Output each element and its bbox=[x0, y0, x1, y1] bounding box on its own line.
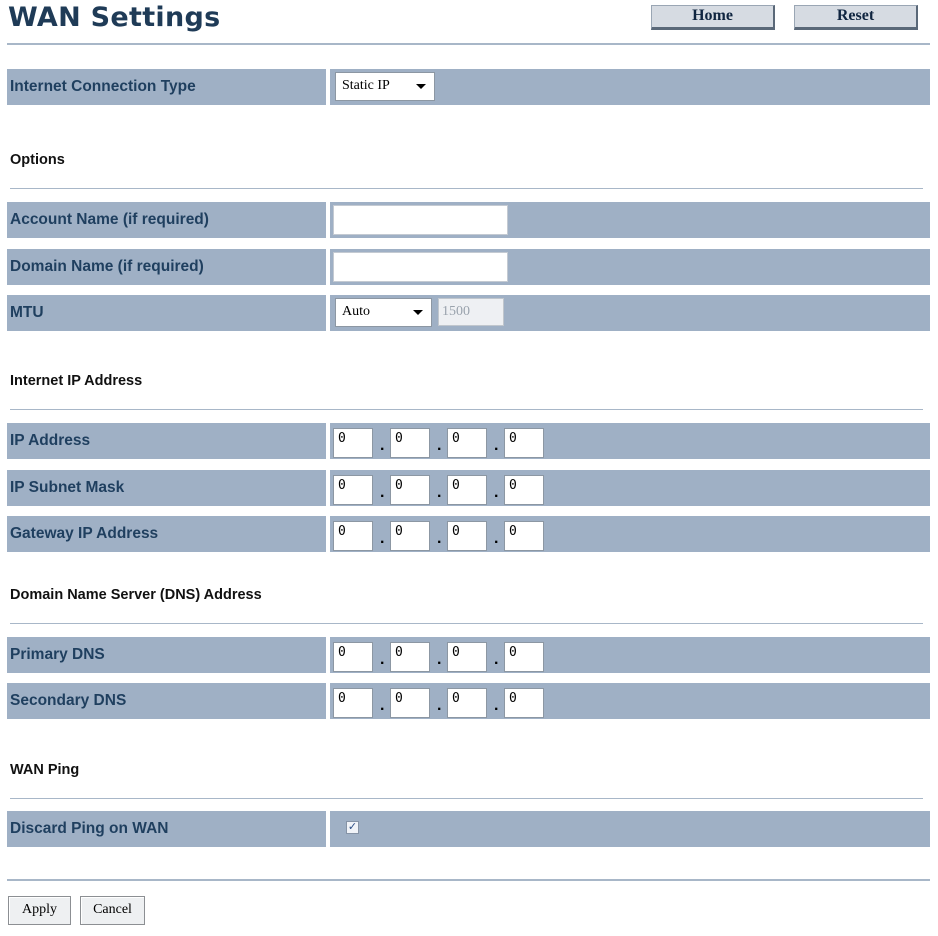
chevron-down-icon bbox=[413, 310, 423, 315]
octet-separator: . bbox=[437, 697, 442, 714]
gateway-octet-3[interactable]: 0 bbox=[447, 521, 487, 551]
home-button[interactable]: Home bbox=[651, 5, 775, 30]
internet-ip-heading: Internet IP Address bbox=[10, 373, 143, 389]
dns-heading: Domain Name Server (DNS) Address bbox=[10, 587, 262, 603]
octet-separator: . bbox=[494, 697, 499, 714]
wan-ping-divider bbox=[10, 798, 923, 799]
subnet-mask-label: IP Subnet Mask bbox=[7, 470, 326, 506]
account-name-row: Account Name (if required) bbox=[7, 202, 930, 238]
wan-ping-heading: WAN Ping bbox=[10, 762, 80, 778]
footer-divider bbox=[7, 879, 930, 881]
cancel-button[interactable]: Cancel bbox=[80, 896, 145, 925]
primary-dns-cell: 0 . 0 . 0 . 0 bbox=[330, 637, 930, 673]
discard-ping-cell: ✓ bbox=[330, 811, 930, 847]
secondary-dns-octet-1[interactable]: 0 bbox=[333, 688, 373, 718]
ip-octet-2[interactable]: 0 bbox=[390, 428, 430, 458]
octet-separator: . bbox=[437, 484, 442, 501]
secondary-dns-cell: 0 . 0 . 0 . 0 bbox=[330, 683, 930, 719]
dns-divider bbox=[10, 623, 923, 624]
ip-address-cell: 0 . 0 . 0 . 0 bbox=[330, 423, 930, 459]
subnet-mask-row: IP Subnet Mask 0 . 0 . 0 . 0 bbox=[7, 470, 930, 506]
page-title: WAN Settings bbox=[8, 2, 221, 33]
reset-button[interactable]: Reset bbox=[794, 5, 918, 30]
gateway-row: Gateway IP Address 0 . 0 . 0 . 0 bbox=[7, 516, 930, 552]
ip-address-row: IP Address 0 . 0 . 0 . 0 bbox=[7, 423, 930, 459]
domain-name-input[interactable] bbox=[333, 252, 508, 282]
options-divider bbox=[10, 188, 923, 189]
subnet-mask-cell: 0 . 0 . 0 . 0 bbox=[330, 470, 930, 506]
octet-separator: . bbox=[380, 697, 385, 714]
gateway-cell: 0 . 0 . 0 . 0 bbox=[330, 516, 930, 552]
discard-ping-row: Discard Ping on WAN ✓ bbox=[7, 811, 930, 847]
mtu-label: MTU bbox=[7, 295, 326, 331]
ip-octet-4[interactable]: 0 bbox=[504, 428, 544, 458]
mtu-value-input[interactable]: 1500 bbox=[438, 298, 504, 326]
domain-name-cell bbox=[330, 249, 930, 285]
mask-octet-4[interactable]: 0 bbox=[504, 475, 544, 505]
account-name-cell bbox=[330, 202, 930, 238]
secondary-dns-octet-2[interactable]: 0 bbox=[390, 688, 430, 718]
mtu-mode-value: Auto bbox=[342, 304, 370, 319]
octet-separator: . bbox=[494, 437, 499, 454]
internet-ip-divider bbox=[10, 409, 923, 410]
secondary-dns-octet-4[interactable]: 0 bbox=[504, 688, 544, 718]
octet-separator: . bbox=[380, 530, 385, 547]
account-name-label: Account Name (if required) bbox=[7, 202, 326, 238]
octet-separator: . bbox=[494, 484, 499, 501]
primary-dns-octet-3[interactable]: 0 bbox=[447, 642, 487, 672]
mask-octet-3[interactable]: 0 bbox=[447, 475, 487, 505]
discard-ping-checkbox[interactable]: ✓ bbox=[346, 821, 359, 834]
title-divider bbox=[7, 43, 930, 45]
gateway-octet-1[interactable]: 0 bbox=[333, 521, 373, 551]
octet-separator: . bbox=[494, 530, 499, 547]
secondary-dns-label: Secondary DNS bbox=[7, 683, 326, 719]
gateway-octet-2[interactable]: 0 bbox=[390, 521, 430, 551]
mtu-cell: Auto 1500 bbox=[330, 295, 930, 331]
mtu-row: MTU Auto 1500 bbox=[7, 295, 930, 331]
secondary-dns-row: Secondary DNS 0 . 0 . 0 . 0 bbox=[7, 683, 930, 719]
mask-octet-1[interactable]: 0 bbox=[333, 475, 373, 505]
apply-button[interactable]: Apply bbox=[8, 896, 71, 925]
ip-octet-1[interactable]: 0 bbox=[333, 428, 373, 458]
gateway-label: Gateway IP Address bbox=[7, 516, 326, 552]
check-icon: ✓ bbox=[347, 821, 358, 833]
primary-dns-row: Primary DNS 0 . 0 . 0 . 0 bbox=[7, 637, 930, 673]
octet-separator: . bbox=[437, 530, 442, 547]
account-name-input[interactable] bbox=[333, 205, 508, 235]
connection-type-value: Static IP bbox=[342, 78, 390, 93]
octet-separator: . bbox=[437, 651, 442, 668]
mask-octet-2[interactable]: 0 bbox=[390, 475, 430, 505]
octet-separator: . bbox=[380, 437, 385, 454]
options-heading: Options bbox=[10, 152, 65, 168]
octet-separator: . bbox=[437, 437, 442, 454]
octet-separator: . bbox=[494, 651, 499, 668]
gateway-octet-4[interactable]: 0 bbox=[504, 521, 544, 551]
domain-name-row: Domain Name (if required) bbox=[7, 249, 930, 285]
octet-separator: . bbox=[380, 651, 385, 668]
primary-dns-octet-1[interactable]: 0 bbox=[333, 642, 373, 672]
primary-dns-label: Primary DNS bbox=[7, 637, 326, 673]
ip-address-label: IP Address bbox=[7, 423, 326, 459]
connection-type-select[interactable]: Static IP bbox=[335, 72, 435, 101]
discard-ping-label: Discard Ping on WAN bbox=[7, 811, 326, 847]
connection-type-cell: Static IP bbox=[330, 69, 930, 105]
connection-type-label: Internet Connection Type bbox=[7, 69, 326, 105]
primary-dns-octet-2[interactable]: 0 bbox=[390, 642, 430, 672]
chevron-down-icon bbox=[416, 84, 426, 89]
ip-octet-3[interactable]: 0 bbox=[447, 428, 487, 458]
secondary-dns-octet-3[interactable]: 0 bbox=[447, 688, 487, 718]
mtu-mode-select[interactable]: Auto bbox=[335, 298, 432, 327]
octet-separator: . bbox=[380, 484, 385, 501]
connection-type-row: Internet Connection Type Static IP bbox=[7, 69, 930, 105]
primary-dns-octet-4[interactable]: 0 bbox=[504, 642, 544, 672]
domain-name-label: Domain Name (if required) bbox=[7, 249, 326, 285]
